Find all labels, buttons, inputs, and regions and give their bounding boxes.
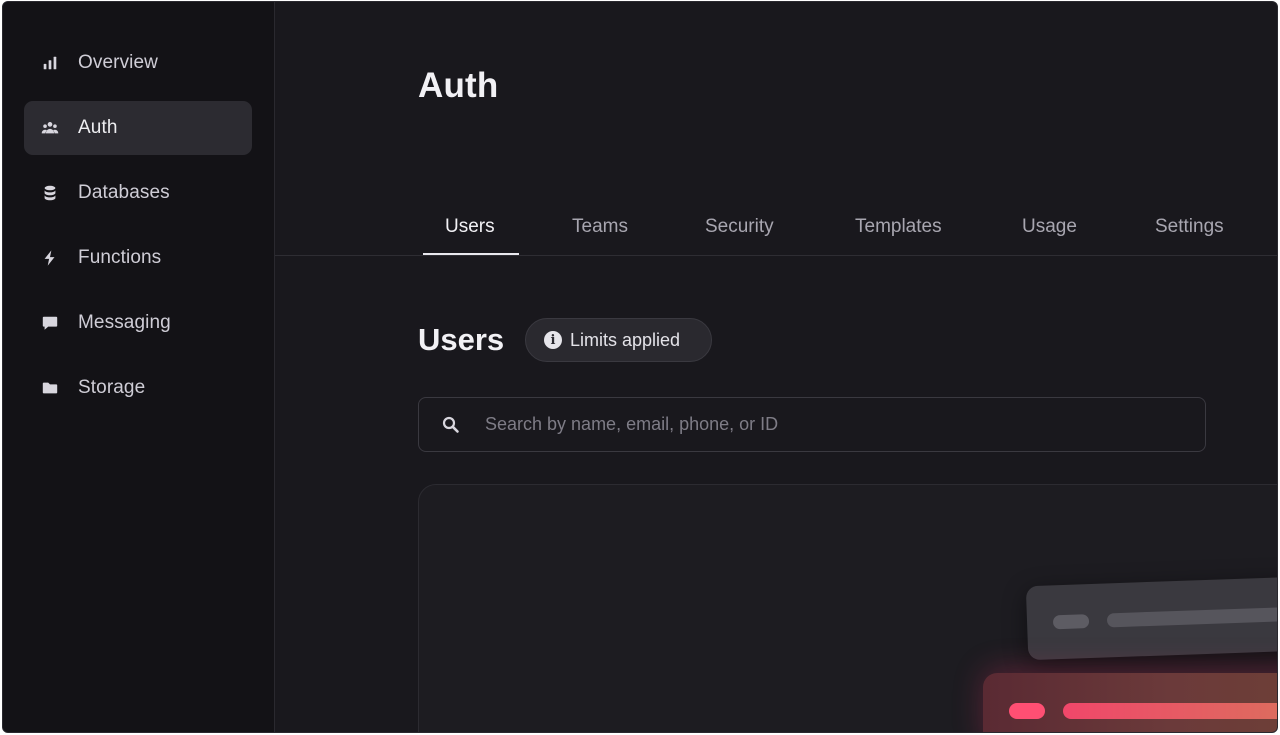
sidebar-item-overview[interactable]: Overview (24, 36, 252, 90)
limits-badge[interactable]: i Limits applied (525, 318, 712, 362)
sidebar-item-functions[interactable]: Functions (24, 231, 252, 285)
chat-icon (40, 313, 60, 333)
sidebar-item-databases[interactable]: Databases (24, 166, 252, 220)
tab-bar: Users Teams Security Templates Usage Set… (275, 202, 1277, 256)
sidebar-item-storage[interactable]: Storage (24, 361, 252, 415)
section-title: Users (418, 322, 505, 357)
sidebar-item-label: Storage (78, 377, 146, 398)
illustration-row-highlight (983, 673, 1277, 732)
sidebar-item-label: Auth (78, 117, 118, 138)
tab-settings[interactable]: Settings (1155, 216, 1224, 238)
sidebar-item-label: Overview (78, 52, 158, 73)
tab-security[interactable]: Security (705, 216, 774, 238)
sidebar-item-label: Databases (78, 182, 170, 203)
search-input[interactable] (485, 414, 1135, 435)
page-title: Auth (418, 66, 499, 105)
folder-icon (40, 378, 60, 398)
sidebar-item-auth[interactable]: Auth (24, 101, 252, 155)
illustration-bar (1106, 605, 1277, 628)
badge-label: Limits applied (570, 329, 681, 350)
search-box (418, 397, 1206, 452)
tab-usage[interactable]: Usage (1022, 216, 1077, 238)
tab-templates[interactable]: Templates (855, 216, 942, 238)
illustration-bar (1063, 703, 1277, 719)
illustration-pill (1052, 614, 1090, 630)
illustration-pill (1009, 703, 1045, 719)
empty-state-card (418, 484, 1277, 732)
tab-users[interactable]: Users (445, 216, 495, 238)
illustration-row-placeholder (1025, 575, 1277, 661)
database-icon (40, 183, 60, 203)
sidebar-item-label: Functions (78, 247, 162, 268)
bar-chart-icon (40, 53, 60, 73)
app-window: Overview Auth Databases Functions Messag… (2, 1, 1278, 733)
sidebar-item-label: Messaging (78, 312, 171, 333)
tab-teams[interactable]: Teams (572, 216, 628, 238)
sidebar: Overview Auth Databases Functions Messag… (3, 2, 275, 732)
search-icon (442, 416, 459, 433)
active-tab-indicator (423, 253, 519, 255)
lightning-icon (40, 248, 60, 268)
info-icon: i (544, 331, 562, 349)
users-icon (40, 118, 60, 138)
sidebar-item-messaging[interactable]: Messaging (24, 296, 252, 350)
